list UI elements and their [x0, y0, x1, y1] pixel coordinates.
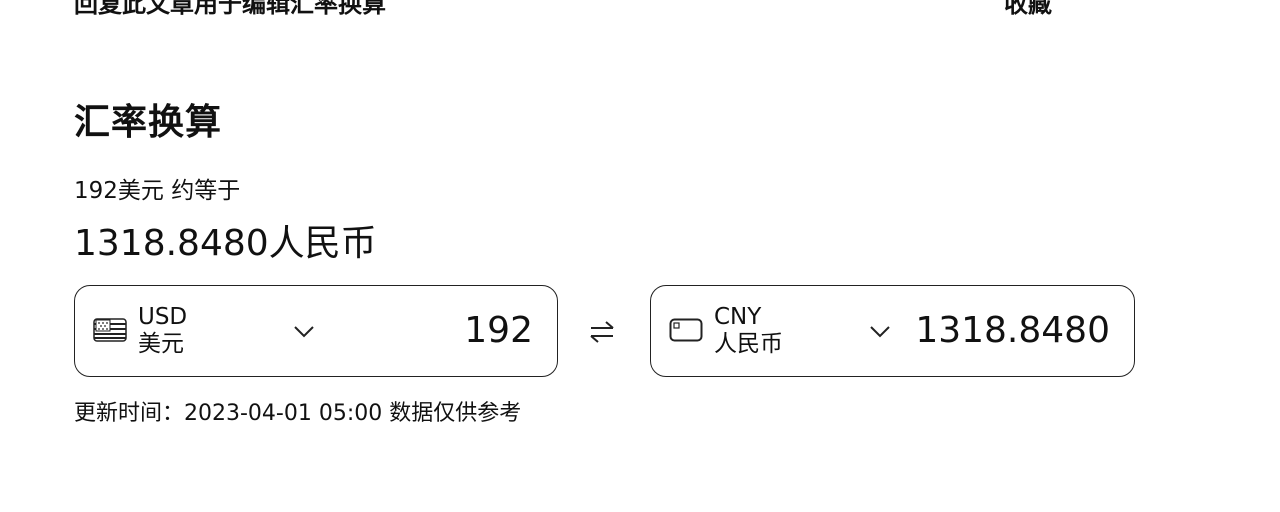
to-currency-code: CNY [714, 304, 762, 330]
to-currency-box: CNY 人民币 [650, 285, 1135, 377]
us-flag-icon [93, 318, 127, 342]
to-currency-name: 人民币 [714, 331, 783, 357]
currency-card-icon [669, 318, 703, 342]
from-currency-code: USD [138, 304, 188, 330]
from-amount-input[interactable] [313, 308, 533, 354]
to-amount-input[interactable] [890, 308, 1110, 354]
currency-converter-page: 回复此文章用于编辑汇率换算 收藏 汇率换算 192美元 约等于 1318.848… [0, 0, 1280, 512]
swap-arrows-icon[interactable] [587, 318, 617, 346]
update-time-note: 更新时间：2023-04-01 05:00 数据仅供参考 [74, 401, 522, 426]
conversion-summary: 192美元 约等于 [74, 178, 241, 204]
page-title: 汇率换算 [74, 102, 223, 143]
to-currency-selector[interactable]: CNY 人民币 [714, 304, 783, 358]
top-clipped-row: 回复此文章用于编辑汇率换算 收藏 [74, 0, 1144, 40]
from-currency-name: 美元 [138, 331, 184, 357]
conversion-result: 1318.8480人民币 [74, 223, 377, 264]
clipped-heading-text: 回复此文章用于编辑汇率换算 [74, 0, 386, 18]
from-currency-box: USD 美元 [74, 285, 558, 377]
from-currency-selector[interactable]: USD 美元 [138, 304, 187, 358]
chevron-down-icon[interactable] [868, 322, 892, 340]
clipped-action-text[interactable]: 收藏 [1004, 0, 1144, 19]
